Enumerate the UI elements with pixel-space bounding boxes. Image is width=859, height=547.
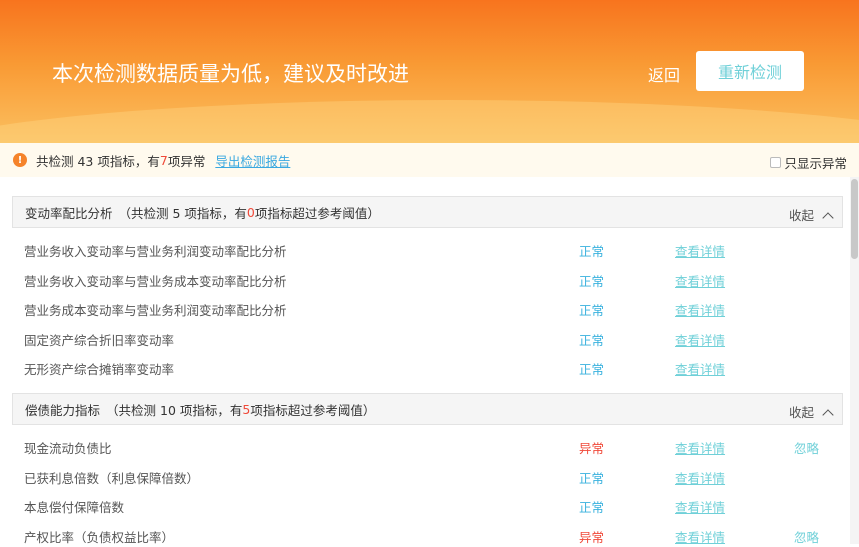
indicator-name: 现金流动负债比 (24, 441, 112, 456)
section-title: 变动率配比分析 (25, 205, 113, 221)
section-summary-post: 项指标超过参考阈值） (254, 205, 380, 221)
indicator-name: 营业务成本变动率与营业务利润变动率配比分析 (24, 303, 287, 318)
indicator-row: 营业务收入变动率与营业务成本变动率配比分析 正常 查看详情 (24, 271, 834, 291)
collapse-button[interactable]: 收起 (789, 205, 834, 224)
decorative-wave (0, 100, 859, 143)
abnormal-count: 7 (159, 152, 168, 168)
summary-suffix: 项异常 (167, 153, 206, 169)
scrollbar[interactable] (850, 177, 859, 544)
status-badge: 正常 (579, 303, 605, 318)
summary-prefix: 共检测 43 项指标，有 (36, 153, 160, 169)
checkbox-icon[interactable] (770, 157, 782, 168)
status-badge: 异常 (579, 441, 605, 456)
export-report-link[interactable]: 导出检测报告 (215, 151, 290, 170)
page-title: 本次检测数据质量为低，建议及时改进 (52, 62, 409, 86)
collapse-button[interactable]: 收起 (789, 402, 834, 421)
view-details-link[interactable]: 查看详情 (675, 359, 725, 378)
indicator-row: 无形资产综合摊销率变动率 正常 查看详情 (24, 359, 834, 379)
indicator-name: 产权比率（负债权益比率） (24, 529, 175, 545)
section-header: 变动率配比分析 （共检测 5 项指标，有 0 项指标超过参考阈值） 收起 (12, 196, 843, 228)
status-badge: 正常 (579, 332, 605, 348)
indicator-row: 营业务收入变动率与营业务利润变动率配比分析 正常 查看详情 (24, 241, 834, 261)
scrollbar-thumb[interactable] (851, 179, 858, 259)
status-badge: 异常 (579, 529, 605, 545)
indicator-name: 无形资产综合摊销率变动率 (24, 362, 175, 377)
indicator-row: 营业务成本变动率与营业务利润变动率配比分析 正常 查看详情 (24, 300, 834, 320)
status-badge: 正常 (579, 500, 605, 515)
indicator-row: 本息偿付保障倍数 正常 查看详情 (24, 497, 834, 517)
indicator-row: 现金流动负债比 异常 查看详情 忽略 (24, 438, 834, 458)
header-banner: 本次检测数据质量为低，建议及时改进 返回 重新检测 (0, 0, 859, 143)
section-exceed-count: 0 (246, 204, 255, 220)
indicator-row: 固定资产综合折旧率变动率 正常 查看详情 (24, 330, 834, 350)
section-exceed-count: 5 (242, 401, 251, 417)
view-details-link[interactable]: 查看详情 (675, 527, 725, 546)
indicator-name: 已获利息倍数（利息保障倍数） (24, 470, 200, 486)
chevron-up-icon (822, 212, 834, 224)
ignore-link[interactable]: 忽略 (794, 438, 819, 457)
chevron-up-icon (822, 409, 834, 421)
ignore-link[interactable]: 忽略 (794, 527, 819, 546)
view-details-link[interactable]: 查看详情 (675, 300, 725, 319)
section-header: 偿债能力指标 （共检测 10 项指标，有 5 项指标超过参考阈值） 收起 (12, 393, 843, 425)
view-details-link[interactable]: 查看详情 (675, 438, 725, 457)
section-summary-pre: （共检测 10 项指标，有 (106, 402, 243, 418)
warning-icon: ! (13, 153, 27, 167)
indicator-row: 已获利息倍数（利息保障倍数） 正常 查看详情 (24, 468, 834, 488)
collapse-label: 收起 (789, 405, 815, 420)
indicator-name: 固定资产综合折旧率变动率 (24, 332, 175, 348)
summary-bar: ! 共检测 43 项指标，有 7 项异常 导出检测报告 只显示异常 (0, 143, 859, 177)
status-badge: 正常 (579, 273, 605, 289)
indicator-name: 营业务收入变动率与营业务利润变动率配比分析 (24, 244, 287, 259)
section-title: 偿债能力指标 (25, 402, 101, 418)
status-badge: 正常 (579, 470, 605, 486)
view-details-link[interactable]: 查看详情 (675, 271, 725, 290)
back-link[interactable]: 返回 (648, 62, 680, 86)
section-summary-pre: （共检测 5 项指标，有 (118, 205, 247, 221)
view-details-link[interactable]: 查看详情 (675, 497, 725, 516)
indicator-name: 本息偿付保障倍数 (24, 500, 125, 515)
status-badge: 正常 (579, 244, 605, 259)
section-summary-post: 项指标超过参考阈值） (250, 402, 376, 418)
collapse-label: 收起 (789, 208, 815, 223)
recheck-button[interactable]: 重新检测 (696, 51, 804, 91)
status-badge: 正常 (579, 362, 605, 377)
view-details-link[interactable]: 查看详情 (675, 241, 725, 260)
only-abnormal-checkbox[interactable]: 只显示异常 (770, 153, 847, 172)
view-details-link[interactable]: 查看详情 (675, 468, 725, 487)
indicator-name: 营业务收入变动率与营业务成本变动率配比分析 (24, 273, 287, 289)
only-abnormal-label: 只显示异常 (784, 156, 847, 171)
view-details-link[interactable]: 查看详情 (675, 330, 725, 349)
